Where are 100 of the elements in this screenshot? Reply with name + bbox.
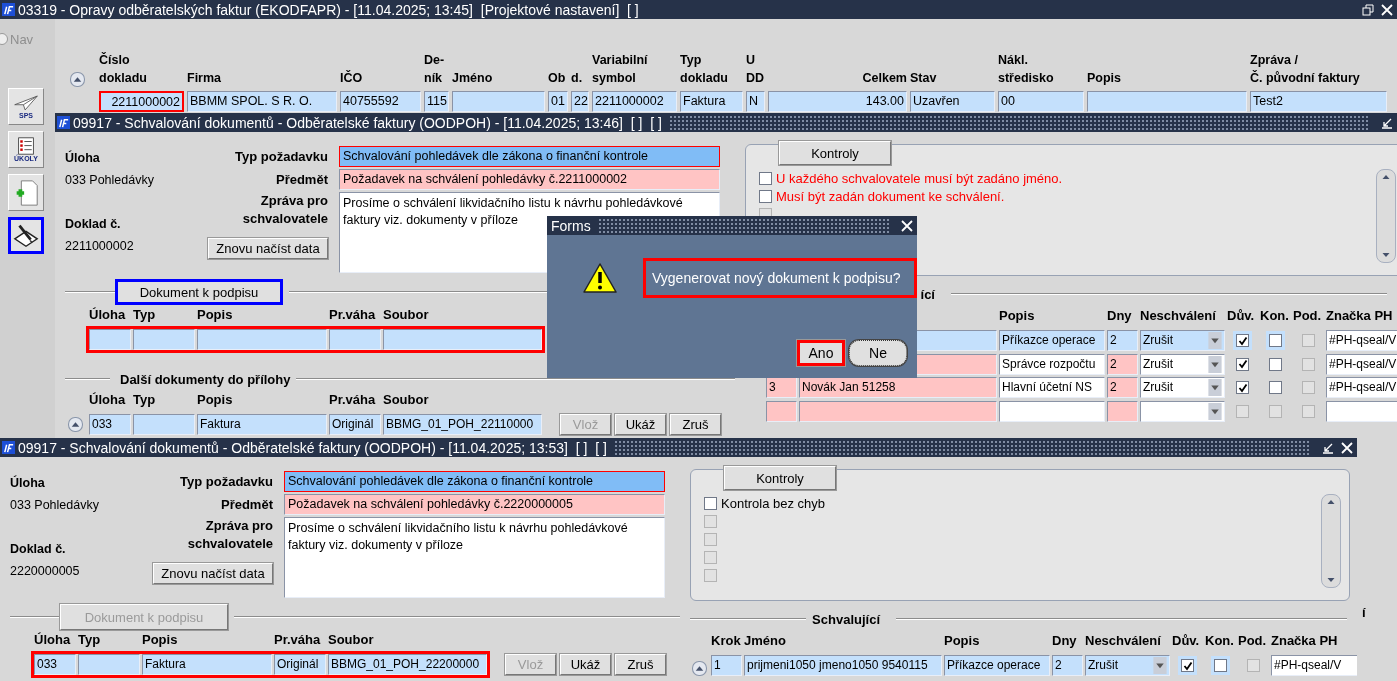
- table-cell: prijmeni1050 jmeno1050 9540115: [744, 655, 942, 676]
- table-cell: 033: [34, 654, 76, 675]
- section-heading: í: [1362, 605, 1366, 620]
- scroll-up-icon[interactable]: [69, 72, 85, 87]
- column-header: Kon.: [1205, 632, 1235, 650]
- column-header: Firma: [187, 70, 223, 87]
- column-header: Typ: [133, 306, 157, 324]
- table-cell: Příkazce operace: [944, 655, 1050, 676]
- close-icon[interactable]: [901, 219, 913, 232]
- column-header: Dův.: [1172, 632, 1201, 650]
- table-cell[interactable]: 2211000002: [592, 91, 677, 112]
- checkbox[interactable]: [1269, 334, 1282, 347]
- table-cell: [133, 414, 195, 435]
- table-cell[interactable]: Faktura: [680, 91, 743, 112]
- table-cell[interactable]: 01: [548, 91, 568, 112]
- dropdown[interactable]: Zrušit: [1140, 353, 1225, 375]
- column-header: Pr.váha: [329, 306, 377, 324]
- table-cell[interactable]: 00: [998, 91, 1084, 112]
- table-cell[interactable]: 115: [424, 91, 449, 112]
- minimize-icon[interactable]: [1322, 441, 1334, 454]
- dropdown[interactable]: [1140, 400, 1225, 422]
- table-cell: BBMG_01_POH_22110000: [383, 414, 542, 435]
- scrollbar[interactable]: [1376, 169, 1396, 263]
- scroll-up-icon[interactable]: [68, 417, 83, 432]
- section-heading: Schvalující: [812, 611, 880, 627]
- field-value: 2211000002: [65, 238, 134, 255]
- checkbox[interactable]: [1214, 659, 1227, 672]
- column-header: d.: [571, 70, 584, 87]
- section-heading: ící: [920, 286, 935, 302]
- input-field[interactable]: Schvalování pohledávek dle zákona o finanční kontrole: [339, 146, 720, 167]
- table-cell: BBMG_01_POH_22200000: [328, 654, 487, 675]
- close-icon[interactable]: [1381, 3, 1393, 16]
- table-cell[interactable]: 40755592: [340, 91, 421, 112]
- table-cell: #PH-qseal/V: [1271, 655, 1357, 676]
- table-cell: 033: [89, 414, 131, 435]
- column-header: Kon.: [1260, 307, 1290, 325]
- column-header: Popis: [197, 391, 234, 409]
- table-cell: [89, 329, 131, 350]
- action-button[interactable]: Zruš: [670, 414, 721, 435]
- dropdown[interactable]: Zrušit: [1085, 655, 1170, 676]
- checkbox[interactable]: [1269, 357, 1282, 371]
- column-header: Ob: [548, 70, 567, 87]
- column-header: Neschválení: [1140, 307, 1217, 325]
- input-field[interactable]: Prosíme o schválení likvidačního listu k návrhu pohledávkové faktury viz. dokumenty v příloze: [284, 517, 665, 598]
- table-cell[interactable]: 143.00: [768, 91, 907, 112]
- dialog-title: Forms: [551, 217, 591, 234]
- checkbox[interactable]: [1236, 334, 1249, 347]
- checkbox[interactable]: [1269, 381, 1282, 394]
- reload-button[interactable]: Znovu načíst data: [208, 238, 328, 259]
- checkbox[interactable]: [759, 189, 772, 203]
- table-cell: Příkazce operace: [999, 330, 1105, 351]
- dialog-message: Vygenerovat nový dokument k podpisu?: [643, 258, 917, 298]
- input-field[interactable]: Schvalování pohledávek dle zákona o finanční kontrole: [284, 471, 665, 492]
- checks-tab[interactable]: Kontroly: [724, 466, 836, 490]
- reload-button[interactable]: Znovu načíst data: [153, 563, 273, 584]
- document-row[interactable]: [86, 326, 545, 353]
- table-cell: 2: [1107, 353, 1138, 375]
- action-button[interactable]: Zruš: [615, 654, 666, 675]
- dropdown[interactable]: Zrušit: [1140, 377, 1225, 398]
- table-cell[interactable]: BBMM SPOL. S R. O.: [187, 91, 337, 112]
- document-row[interactable]: 033 Faktura Originál BBMG_01_POH_22200000: [31, 651, 490, 678]
- scroll-up-icon[interactable]: [692, 661, 707, 676]
- action-button[interactable]: Ukáž: [615, 414, 666, 435]
- table-cell[interactable]: [452, 91, 545, 112]
- checks-tab[interactable]: Kontroly: [779, 141, 891, 165]
- input-field[interactable]: Požadavek na schválení pohledávky č.2220000005: [284, 494, 665, 515]
- dialog-button[interactable]: Ne: [849, 340, 907, 366]
- restore-icon[interactable]: [1362, 3, 1374, 16]
- column-header: Značka PH: [1326, 307, 1394, 325]
- table-cell: 2: [1107, 330, 1138, 351]
- table-cell: 3: [766, 377, 797, 398]
- checkbox[interactable]: [1236, 357, 1249, 371]
- dialog-button[interactable]: Ano: [797, 340, 845, 366]
- document-button[interactable]: Dokument k podpisu: [115, 279, 283, 305]
- table-cell: 2: [1052, 655, 1083, 676]
- checkbox[interactable]: [1181, 659, 1194, 672]
- toolbar-button[interactable]: [8, 217, 44, 254]
- dropdown[interactable]: Zrušit: [1140, 330, 1225, 351]
- table-cell[interactable]: [1087, 91, 1247, 112]
- field-label: Úloha: [10, 474, 45, 492]
- checkbox[interactable]: [759, 171, 772, 185]
- column-header: Úloha: [34, 631, 72, 649]
- scrollbar[interactable]: [1321, 494, 1341, 588]
- column-header: Typ dokladu: [680, 52, 729, 87]
- table-cell: 1: [711, 655, 742, 676]
- table-cell: Správce rozpočtu: [999, 353, 1105, 375]
- checkbox[interactable]: [704, 496, 717, 510]
- input-field[interactable]: Požadavek na schválení pohledávky č.2211000002: [339, 169, 720, 190]
- minimize-icon[interactable]: [1381, 116, 1393, 129]
- column-header: U DD: [746, 52, 765, 87]
- action-button[interactable]: Ukáž: [560, 654, 611, 675]
- table-cell[interactable]: 2211000002: [99, 91, 184, 112]
- table-cell[interactable]: Uzavřen: [910, 91, 995, 112]
- column-header: Soubor: [328, 631, 375, 649]
- checkbox[interactable]: [1236, 381, 1249, 394]
- table-cell[interactable]: N: [746, 91, 765, 112]
- table-cell[interactable]: Test2: [1250, 91, 1387, 112]
- close-icon[interactable]: [1341, 441, 1353, 454]
- document-row[interactable]: 033 Faktura Originál BBMG_01_POH_22110000: [86, 411, 545, 438]
- table-cell[interactable]: 22: [571, 91, 589, 112]
